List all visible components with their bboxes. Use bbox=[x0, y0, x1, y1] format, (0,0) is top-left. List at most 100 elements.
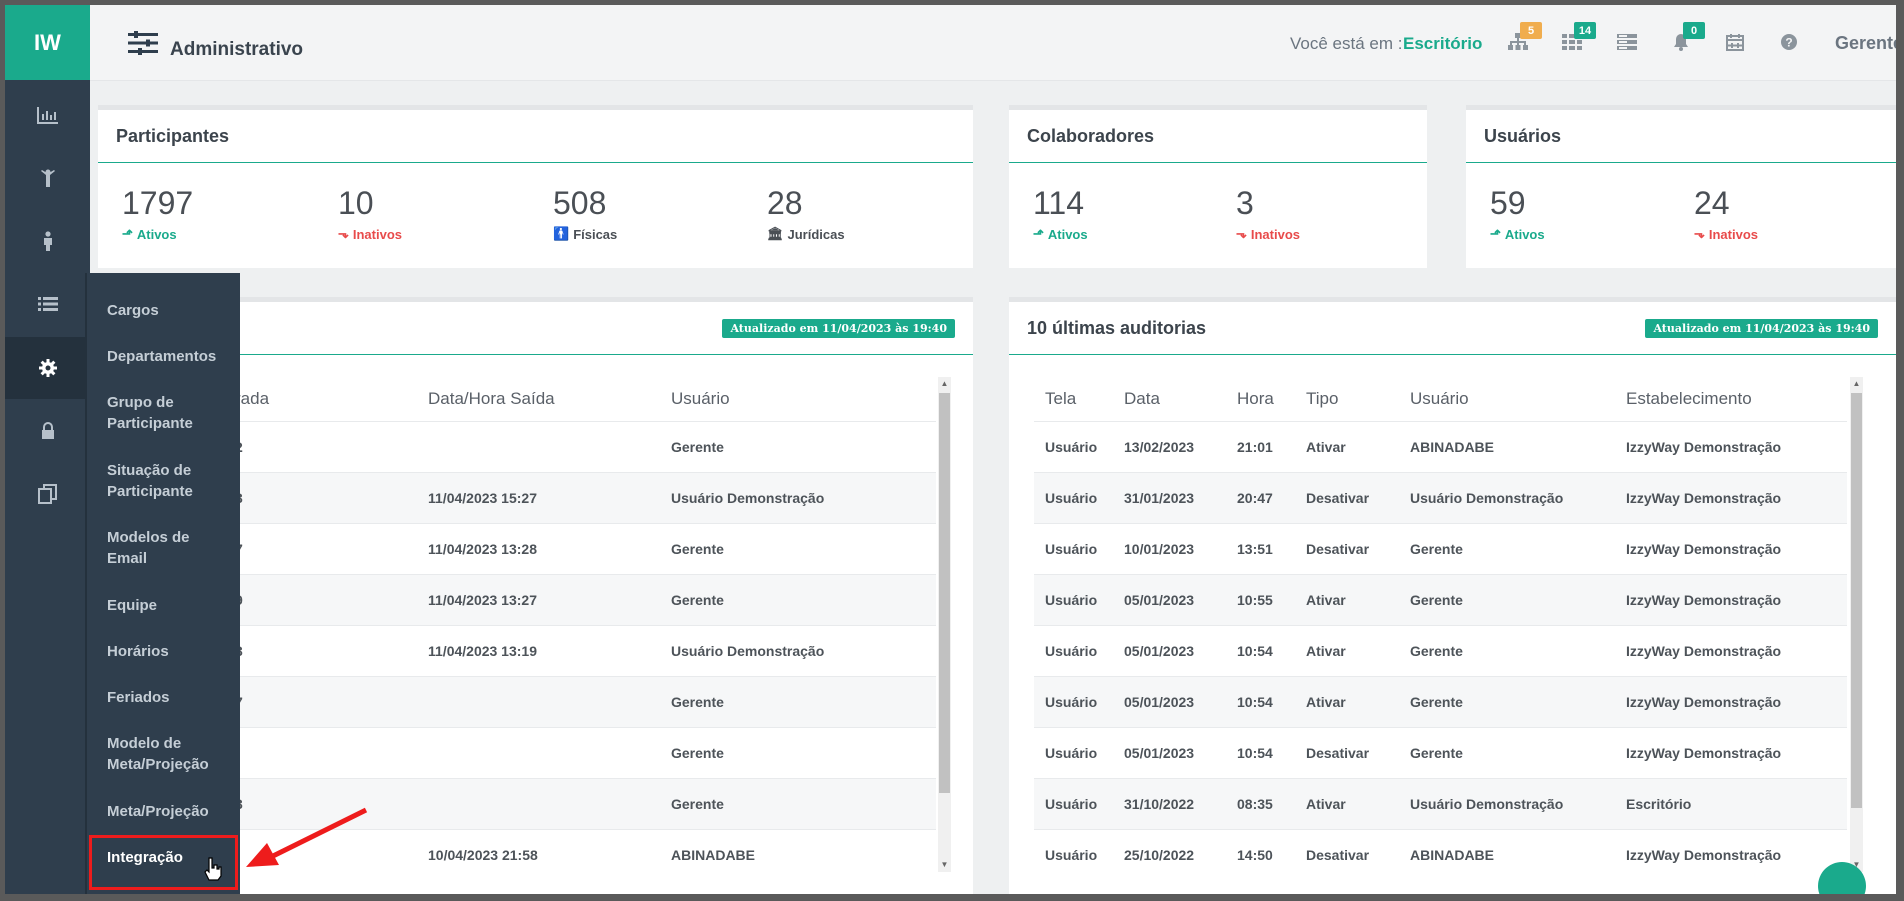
help-icon[interactable]: ? bbox=[1774, 27, 1804, 57]
stat-label: Ativos bbox=[136, 226, 177, 242]
brand-logo[interactable]: IW bbox=[5, 5, 90, 80]
stat-label: Inativos bbox=[1250, 226, 1300, 242]
stat-ativos: 114 ⬏ Ativos bbox=[1033, 185, 1088, 242]
usuarios-title: Usuários bbox=[1466, 110, 1896, 163]
arrow-down-icon: ⬎ bbox=[1236, 226, 1247, 241]
table-row: Usuário 05/01/2023 10:54 Desativar Gerente Iz… bbox=[1034, 727, 1847, 779]
user-menu[interactable]: Gerente bbox=[1835, 33, 1896, 54]
hand-cursor-icon bbox=[204, 857, 222, 881]
col-header[interactable]: Data bbox=[1124, 377, 1237, 422]
person-raise-icon[interactable] bbox=[5, 147, 90, 209]
hierarchy-icon[interactable]: 5 bbox=[1503, 22, 1542, 57]
col-header[interactable]: Usuário bbox=[1410, 377, 1626, 422]
location-label: Você está em : bbox=[1290, 34, 1403, 53]
arrow-down-icon: ⬎ bbox=[338, 226, 349, 241]
table-row: Usuário 25/10/2022 14:50 Desativar ABINADABE… bbox=[1034, 829, 1847, 880]
table-row: 7Gerente bbox=[123, 676, 936, 728]
logins-scrollbar[interactable]: ▲ ▼ bbox=[938, 377, 951, 872]
col-header[interactable]: Usuário bbox=[671, 377, 936, 422]
auditorias-scrollbar[interactable]: ▲ ▼ bbox=[1850, 377, 1863, 872]
stat-fisicas: 508 🚹 Físicas bbox=[553, 185, 617, 242]
svg-text:?: ? bbox=[1785, 36, 1792, 50]
arrow-down-icon: ⬎ bbox=[1694, 226, 1705, 241]
submenu-item-meta-projecao[interactable]: Meta/Projeção bbox=[107, 801, 209, 822]
submenu-item-horarios[interactable]: Horários bbox=[107, 641, 169, 662]
table-row: Usuário 05/01/2023 10:54 Ativar Gerente IzzyW… bbox=[1034, 625, 1847, 677]
table-row: Usuário 31/01/2023 20:47 Desativar Usuário D… bbox=[1034, 472, 1847, 524]
submenu-item-cargos[interactable]: Cargos bbox=[107, 300, 159, 321]
left-nav: IW bbox=[5, 5, 90, 894]
stat-juridicas: 28 🏛 Jurídicas bbox=[767, 185, 845, 242]
col-header[interactable]: Hora bbox=[1237, 377, 1306, 422]
scroll-down-icon[interactable]: ▼ bbox=[938, 858, 951, 872]
stat-inativos: 24 ⬎ Inativos bbox=[1694, 185, 1758, 242]
auditorias-title-text: 10 últimas auditorias bbox=[1027, 317, 1207, 338]
hierarchy-badge: 5 bbox=[1520, 22, 1542, 39]
page-title: Administrativo bbox=[170, 39, 304, 60]
stat-value: 508 bbox=[553, 185, 607, 221]
person-icon[interactable] bbox=[5, 210, 90, 272]
stat-label: Jurídicas bbox=[787, 226, 845, 242]
table-row: 711/04/2023 13:28Gerente bbox=[123, 523, 936, 575]
copy-icon[interactable] bbox=[5, 463, 90, 525]
sliders-menu-icon[interactable] bbox=[128, 31, 158, 60]
scroll-thumb[interactable] bbox=[939, 393, 950, 793]
table-row: 311/04/2023 15:27Usuário Demonstração bbox=[123, 472, 936, 524]
stat-value: 28 bbox=[767, 185, 803, 221]
chart-icon[interactable] bbox=[5, 84, 90, 146]
stat-inativos: 10 ⬎ Inativos bbox=[338, 185, 402, 242]
col-header[interactable]: Data/Hora Saída bbox=[428, 377, 671, 422]
stat-label: Inativos bbox=[352, 226, 402, 242]
settings-submenu: Cargos Departamentos Grupo de Participan… bbox=[85, 273, 240, 894]
lock-icon[interactable] bbox=[5, 400, 90, 462]
updated-badge: Atualizado em 11/04/2023 às 19:40 bbox=[722, 319, 955, 338]
person-small-icon: 🚹 bbox=[553, 226, 570, 241]
usuarios-card: Usuários 59 ⬏ Ativos 24 ⬎ Inativos bbox=[1466, 105, 1896, 268]
submenu-item-situacao-participante[interactable]: Situação de Participante bbox=[107, 460, 232, 502]
stat-label: Ativos bbox=[1504, 226, 1545, 242]
server-icon[interactable] bbox=[1612, 27, 1642, 57]
table-row: Gerente bbox=[123, 727, 936, 779]
arrow-up-icon: ⬏ bbox=[122, 226, 133, 241]
submenu-item-modelo-meta[interactable]: Modelo de Meta/Projeção bbox=[107, 733, 237, 775]
table-row: Usuário 10/01/2023 13:51 Desativar Gerente Iz… bbox=[1034, 523, 1847, 575]
gear-icon[interactable] bbox=[5, 337, 90, 399]
col-header[interactable]: Tipo bbox=[1306, 377, 1410, 422]
table-row: 311/04/2023 13:19Usuário Demonstração bbox=[123, 625, 936, 677]
stat-label: Inativos bbox=[1708, 226, 1758, 242]
stat-ativos: 59 ⬏ Ativos bbox=[1490, 185, 1545, 242]
participantes-title: Participantes bbox=[98, 110, 973, 163]
participantes-card: Participantes 1797 ⬏ Ativos 10 ⬎ Inativos … bbox=[98, 105, 973, 268]
bell-icon[interactable]: 0 bbox=[1666, 22, 1705, 57]
table-row: 2Gerente bbox=[123, 421, 936, 473]
table-row: Usuário 13/02/2023 21:01 Ativar ABINADABE Izz… bbox=[1034, 421, 1847, 473]
submenu-item-modelos-email[interactable]: Modelos de Email bbox=[107, 527, 212, 569]
scroll-up-icon[interactable]: ▲ bbox=[938, 377, 951, 391]
scroll-thumb[interactable] bbox=[1851, 393, 1862, 808]
stat-value: 3 bbox=[1236, 185, 1254, 221]
col-header[interactable]: Estabelecimento bbox=[1626, 377, 1847, 422]
auditorias-title: 10 últimas auditorias Atualizado em 11/0… bbox=[1009, 302, 1896, 355]
stat-value: 59 bbox=[1490, 185, 1526, 221]
submenu-item-departamentos[interactable]: Departamentos bbox=[107, 346, 216, 367]
location-link[interactable]: Escritório bbox=[1403, 34, 1482, 54]
grid-icon[interactable]: 14 bbox=[1557, 22, 1596, 57]
col-header[interactable]: Tela bbox=[1034, 377, 1124, 422]
submenu-item-grupo-participante[interactable]: Grupo de Participante bbox=[107, 392, 232, 434]
stat-value: 1797 bbox=[122, 185, 194, 221]
calendar-icon[interactable] bbox=[1720, 27, 1750, 57]
bell-badge: 0 bbox=[1683, 22, 1705, 39]
updated-badge: Atualizado em 11/04/2023 às 19:40 bbox=[1645, 319, 1878, 338]
table-row: Usuário 05/01/2023 10:55 Ativar Gerente IzzyW… bbox=[1034, 574, 1847, 626]
red-arrow-icon bbox=[246, 807, 368, 867]
stat-value: 114 bbox=[1033, 185, 1085, 221]
colaboradores-card: Colaboradores 114 ⬏ Ativos 3 ⬎ Inativos bbox=[1009, 105, 1427, 268]
auditorias-card: 10 últimas auditorias Atualizado em 11/0… bbox=[1009, 297, 1896, 894]
stat-value: 10 bbox=[338, 185, 374, 221]
submenu-item-feriados[interactable]: Feriados bbox=[107, 687, 170, 708]
arrow-up-icon: ⬏ bbox=[1033, 226, 1044, 241]
scroll-up-icon[interactable]: ▲ bbox=[1850, 377, 1863, 391]
stat-value: 24 bbox=[1694, 185, 1730, 221]
list-icon[interactable] bbox=[5, 273, 90, 335]
submenu-item-equipe[interactable]: Equipe bbox=[107, 595, 157, 616]
